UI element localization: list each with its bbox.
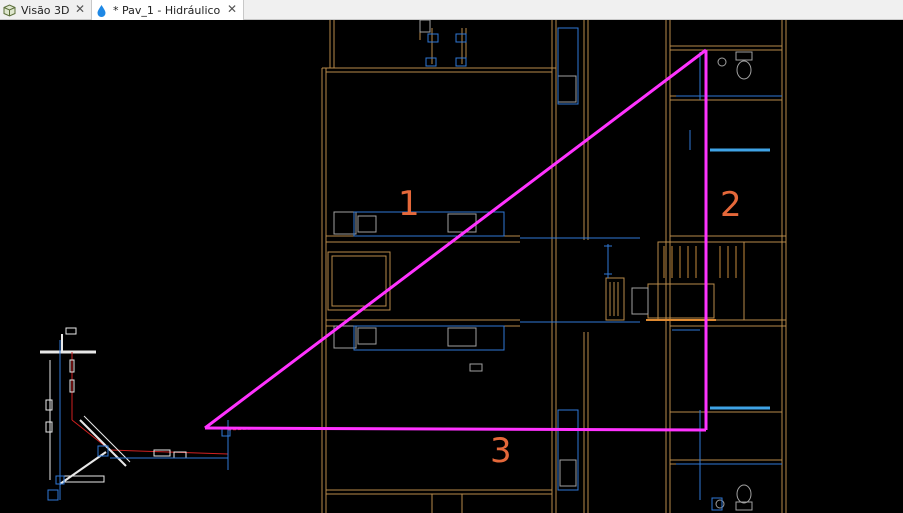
- tab-label: * Pav_1 - Hidráulico: [113, 3, 221, 17]
- water-drop-icon: [95, 4, 108, 17]
- kitchen-fixtures: [333, 20, 753, 511]
- supply-network: [40, 327, 281, 501]
- label-side-2: 2: [720, 185, 742, 225]
- walls: [321, 20, 787, 513]
- tab-3d-view[interactable]: Visão 3D ✕: [0, 0, 92, 20]
- document-tab-bar: Visão 3D ✕ * Pav_1 - Hidráulico ✕: [0, 0, 903, 20]
- tab-label: Visão 3D: [21, 3, 70, 17]
- label-side-3: 3: [490, 431, 512, 471]
- close-tab-icon[interactable]: ✕: [75, 2, 85, 16]
- drawing-canvas[interactable]: 1 2 3: [0, 20, 903, 513]
- stair-treads: [646, 246, 745, 321]
- tab-hydraulic-floor[interactable]: * Pav_1 - Hidráulico ✕: [92, 0, 244, 20]
- label-side-1: 1: [398, 184, 420, 224]
- measurement-triangle: [204, 48, 708, 432]
- cube-icon: [3, 3, 16, 17]
- close-tab-icon[interactable]: ✕: [227, 2, 237, 16]
- floor-plan-drawing: 1 2 3: [40, 20, 787, 513]
